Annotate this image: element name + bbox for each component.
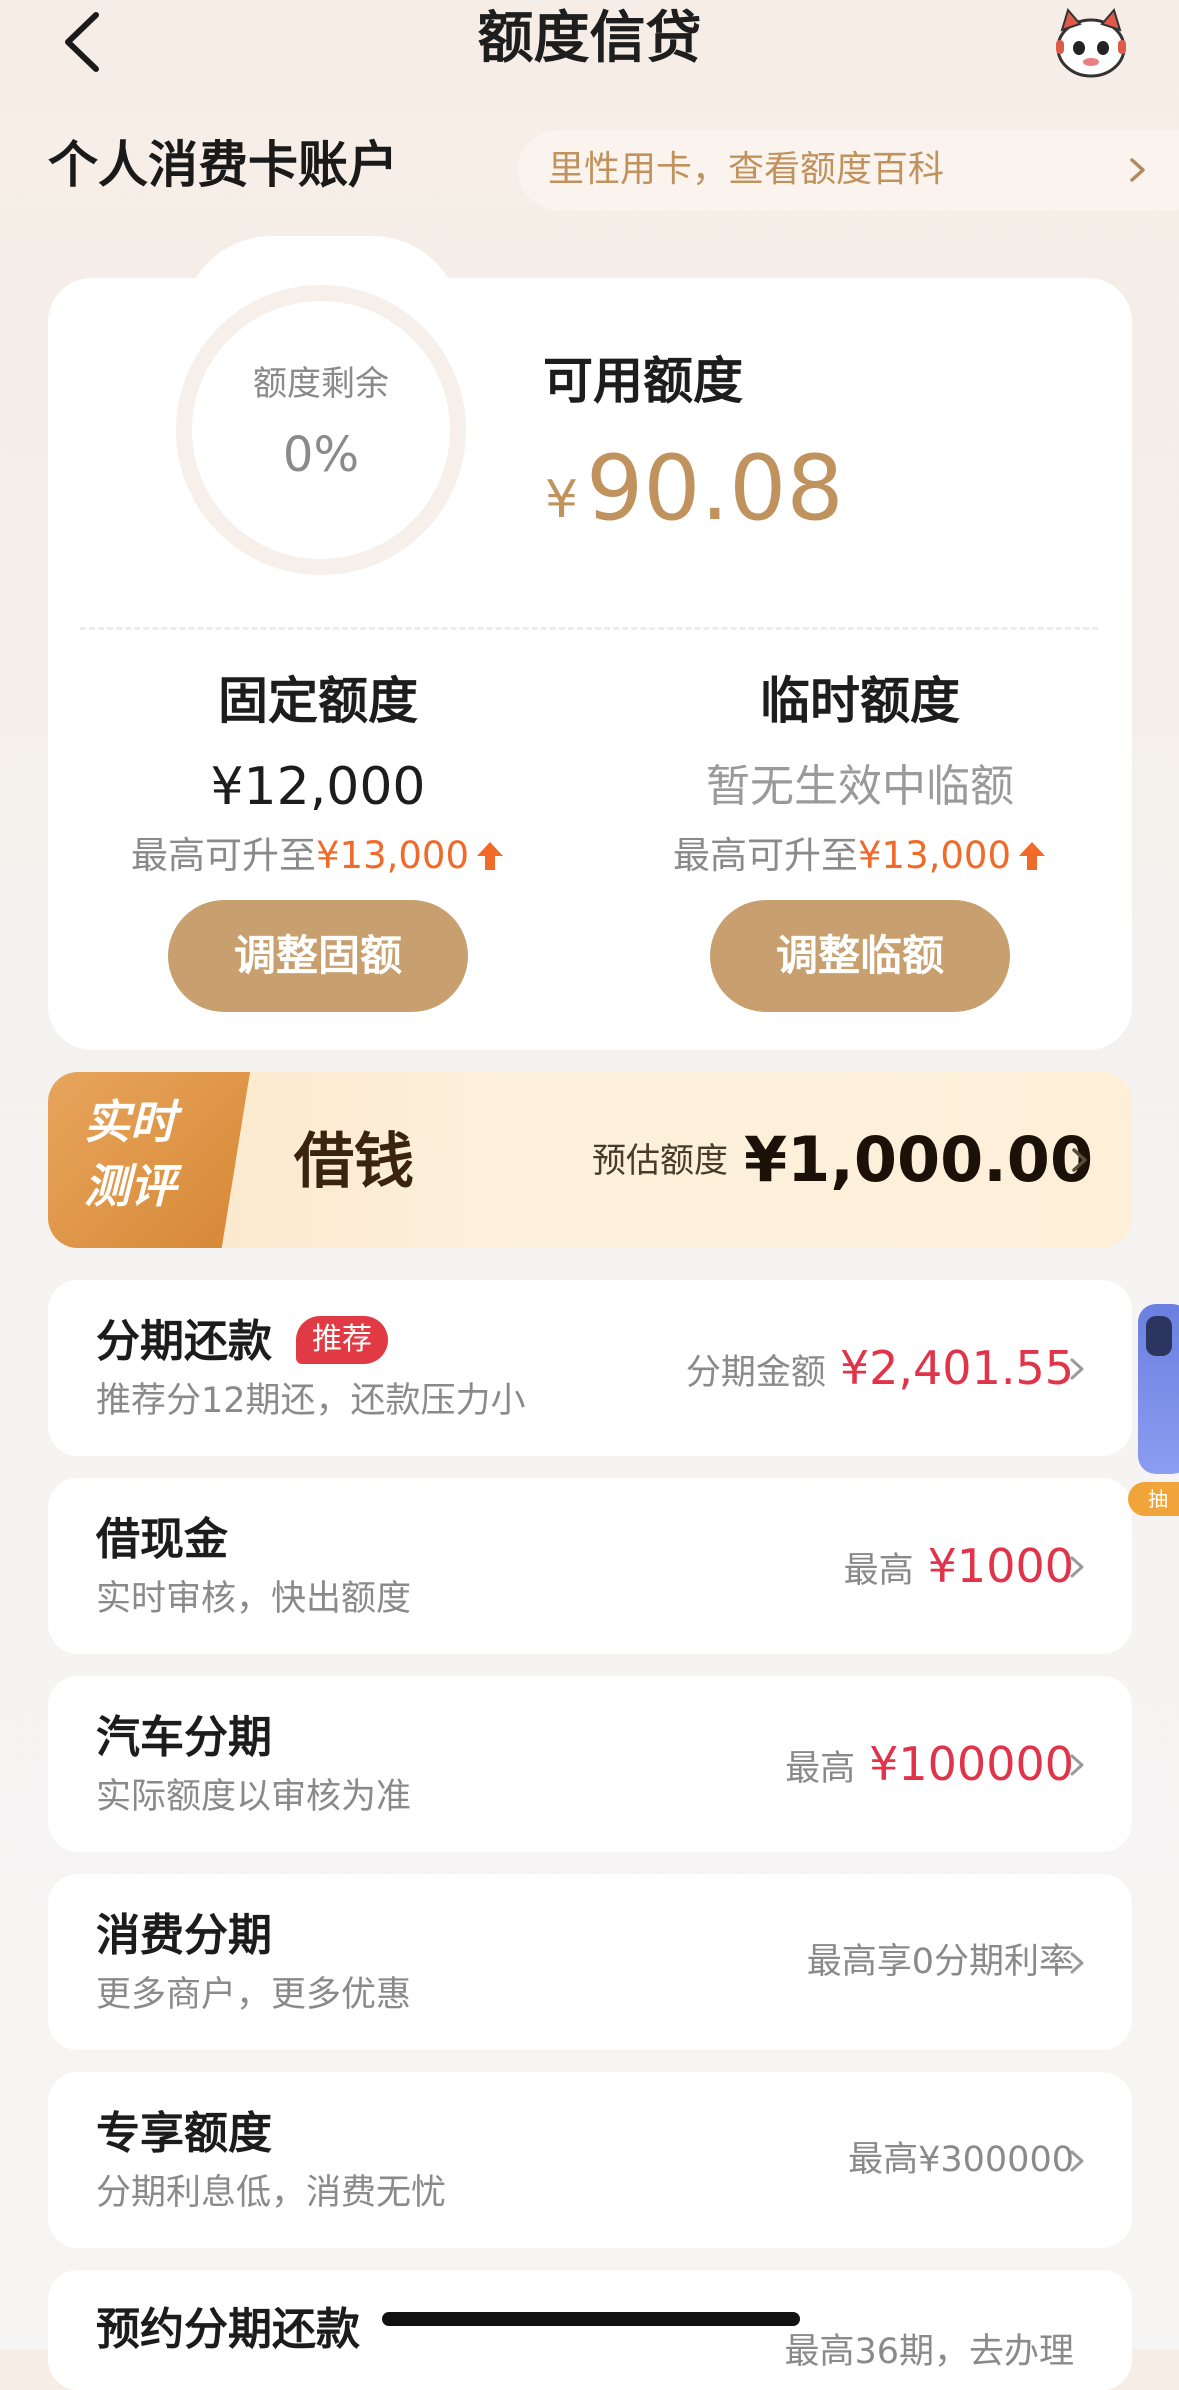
chevron-right-icon — [1070, 1358, 1084, 1380]
temporary-credit-value: 暂无生效中临额 — [706, 761, 1014, 812]
right-amount: ¥2,401.55 — [839, 1341, 1074, 1395]
temporary-credit-title: 临时额度 — [760, 672, 960, 730]
list-item-title: 分期还款 — [96, 1316, 272, 1367]
list-item-title: 借现金 — [96, 1514, 228, 1565]
chevron-right-icon — [1070, 2150, 1084, 2172]
home-indicator[interactable] — [382, 2312, 800, 2326]
list-item-right: 最高 ¥1000 — [844, 1536, 1074, 1601]
mascot-icon[interactable] — [1052, 4, 1130, 80]
estimate-label: 预估额度 — [592, 1141, 728, 1181]
list-item-subtitle: 实际额度以审核为准 — [96, 1777, 412, 1817]
max-amount: ¥13,000 — [857, 834, 1011, 877]
remaining-label: 额度剩余 — [253, 364, 389, 404]
max-prefix: 最高可升至 — [130, 834, 316, 877]
right-label: 最高¥300000 — [848, 2140, 1074, 2180]
chevron-right-icon — [1072, 1148, 1087, 1172]
rise-arrow-icon — [477, 842, 503, 870]
max-amount: ¥13,000 — [315, 834, 469, 877]
page-title: 额度信贷 — [477, 6, 702, 71]
adjust-fixed-button[interactable]: 调整固额 — [168, 900, 468, 1012]
max-prefix: 最高可升至 — [672, 834, 858, 877]
list-item-title: 预约分期还款 — [96, 2304, 360, 2355]
account-title: 个人消费卡账户 — [48, 136, 398, 194]
badge-line: 测评 — [84, 1159, 176, 1213]
available-credit-label: 可用额度 — [543, 352, 743, 410]
list-item-title: 汽车分期 — [96, 1712, 272, 1763]
list-item-right: 最高 ¥100000 — [785, 1734, 1074, 1799]
list-item-subtitle: 实时审核，快出额度 — [96, 1579, 412, 1619]
right-label: 最高 — [843, 1551, 914, 1591]
estimate-amount: ¥1,000.00 — [744, 1123, 1094, 1196]
temporary-credit-max: 最高可升至¥13,000 — [590, 828, 1130, 884]
chevron-right-icon — [1070, 1556, 1084, 1578]
list-item-right: 最高享0分期利率 — [807, 1932, 1074, 1992]
right-label: 最高享0分期利率 — [806, 1942, 1074, 1982]
list-item-right: 分期金额 ¥2,401.55 — [686, 1338, 1074, 1403]
fixed-credit-title: 固定额度 — [218, 672, 418, 730]
list-item-subtitle: 分期利息低，消费无忧 — [96, 2173, 447, 2213]
right-label: 最高36期，去办理 — [784, 2332, 1074, 2372]
list-item-subtitle: 更多商户，更多优惠 — [96, 1975, 412, 2015]
badge-line: 实时 — [84, 1095, 176, 1149]
chevron-right-icon — [1070, 1952, 1084, 1974]
available-currency-symbol: ¥ — [545, 470, 579, 530]
chevron-right-icon — [1070, 1754, 1084, 1776]
recommend-badge: 推荐 — [296, 1316, 388, 1364]
list-item-right: 最高36期，去办理 — [784, 2322, 1074, 2382]
rise-arrow-icon — [1019, 842, 1045, 870]
divider — [80, 627, 1098, 630]
floating-promo-tag[interactable]: 抽 — [1128, 1482, 1179, 1516]
adjust-temporary-button[interactable]: 调整临额 — [710, 900, 1010, 1012]
fixed-credit-max: 最高可升至¥13,000 — [48, 828, 588, 884]
right-label: 最高 — [785, 1749, 856, 1789]
list-item-right: 最高¥300000 — [848, 2130, 1074, 2190]
remaining-percent: 0% — [282, 427, 360, 483]
realtime-eval-text: 实时 测评 — [84, 1090, 234, 1218]
chevron-right-icon — [1130, 158, 1145, 182]
list-item-subtitle: 推荐分12期还，还款压力小 — [96, 1381, 526, 1421]
borrow-label: 借钱 — [294, 1127, 414, 1197]
fixed-credit-value: ¥12,000 — [210, 757, 426, 817]
credit-tip-text: 里性用卡，查看额度百科 — [548, 149, 945, 190]
list-item-title: 专享额度 — [96, 2108, 272, 2159]
right-amount: ¥100000 — [869, 1737, 1074, 1791]
right-label: 分期金额 — [685, 1353, 826, 1393]
list-item-title: 消费分期 — [96, 1910, 272, 1961]
available-credit-amount: 90.08 — [586, 436, 844, 541]
right-amount: ¥1000 — [927, 1539, 1074, 1593]
phone-camera-icon — [1146, 1316, 1172, 1356]
